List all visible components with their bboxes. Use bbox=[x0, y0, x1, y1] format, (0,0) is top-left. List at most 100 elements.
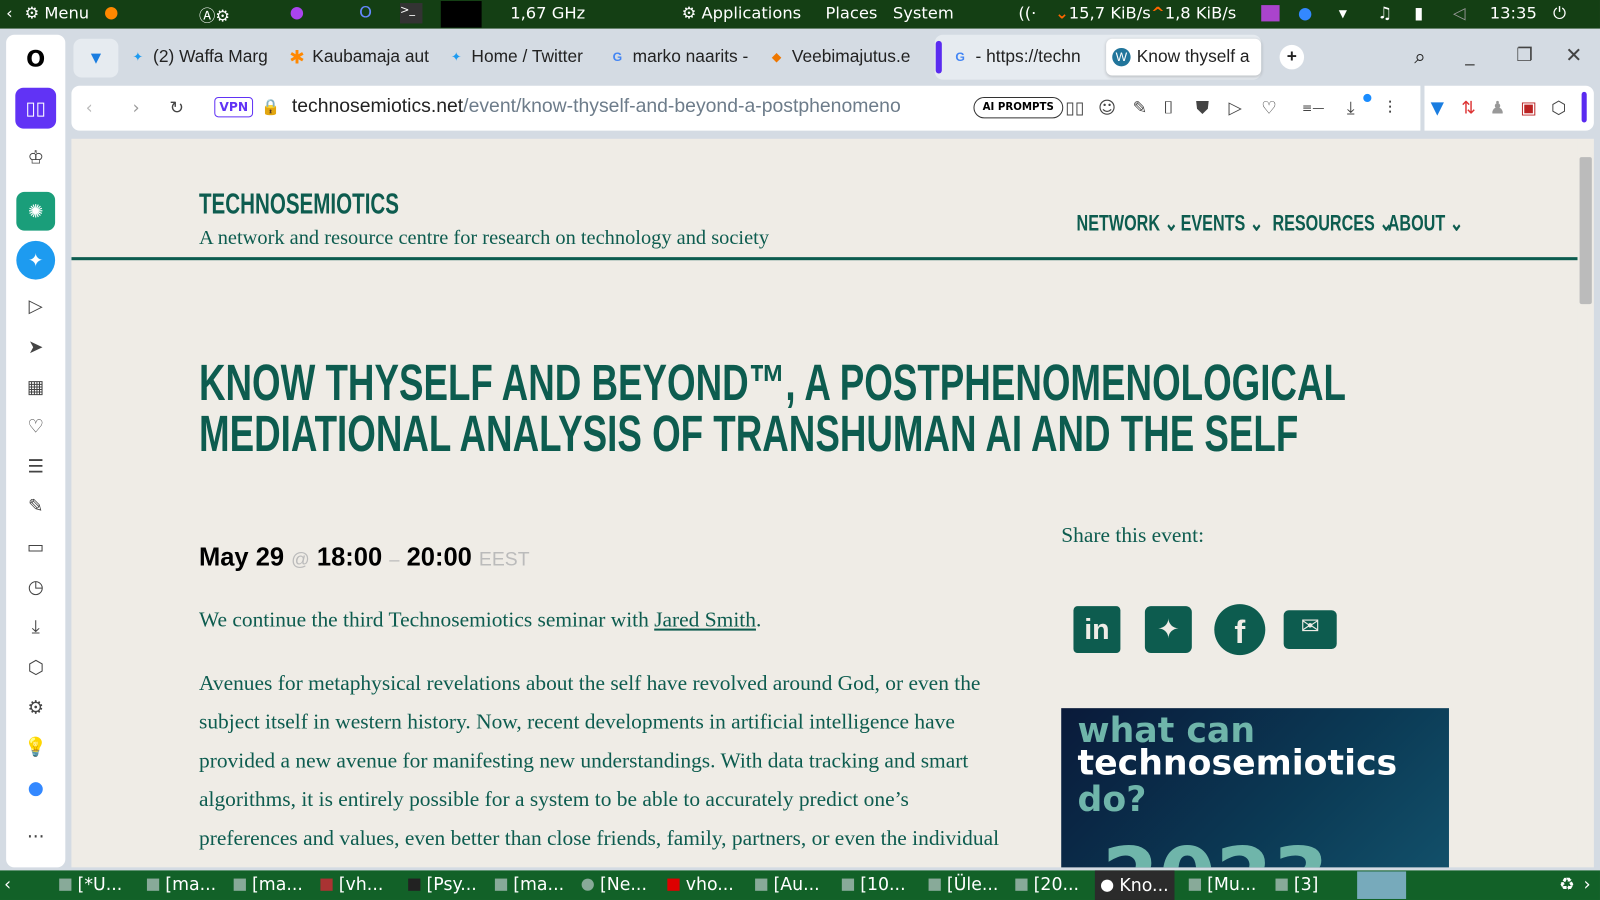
snap-edit-icon[interactable]: ✎ bbox=[1133, 98, 1148, 118]
power-icon[interactable]: ⏻ bbox=[1553, 3, 1566, 23]
taskbar-right-arrow[interactable]: › bbox=[1584, 874, 1591, 894]
tab-list-icon[interactable]: ≡— bbox=[1302, 101, 1325, 115]
maximize-button[interactable]: ❐ bbox=[1516, 45, 1532, 66]
taskbar-item[interactable]: [Ne... bbox=[581, 874, 647, 895]
extension-arrows-icon[interactable]: ⇅ bbox=[1461, 98, 1476, 118]
telegram-icon[interactable]: ● bbox=[1298, 3, 1312, 22]
vpn-badge[interactable]: VPN bbox=[214, 96, 254, 118]
trash-icon[interactable]: ♻ bbox=[1559, 874, 1575, 894]
nav-events[interactable]: EVENTS ⌄ bbox=[1181, 210, 1264, 237]
close-button[interactable]: ✕ bbox=[1565, 43, 1582, 67]
tor-icon[interactable]: ● bbox=[290, 2, 304, 21]
easy-setup-icon[interactable]: ⫶ bbox=[1388, 98, 1392, 118]
nav-about[interactable]: ABOUT ⌄ bbox=[1388, 210, 1464, 237]
downloads-icon[interactable]: ⤓ bbox=[21, 612, 50, 641]
taskbar-item-active[interactable]: Kno... bbox=[1094, 870, 1175, 900]
page-scrollbar[interactable] bbox=[1577, 138, 1594, 868]
taskbar-item[interactable]: [*U... bbox=[59, 874, 122, 895]
taskbar-item[interactable]: [ma... bbox=[494, 874, 564, 895]
battery-icon[interactable]: ▮ bbox=[1414, 3, 1423, 22]
opera-logo-icon[interactable]: O bbox=[21, 45, 50, 74]
taskbar-item[interactable]: [Psy... bbox=[408, 874, 477, 895]
speaker-link[interactable]: Jared Smith bbox=[654, 607, 756, 631]
heart-icon[interactable]: ♡ bbox=[21, 412, 50, 441]
apps-grid-icon[interactable]: ▦ bbox=[21, 372, 50, 401]
back-button[interactable]: ‹ bbox=[86, 98, 93, 118]
tab-twitter-waffa[interactable]: ✦ (2) Waffa Marg bbox=[129, 43, 277, 72]
lock-icon[interactable]: 🔒 bbox=[261, 98, 280, 116]
taskbar-item[interactable]: [Mu... bbox=[1188, 874, 1256, 895]
workspace-switcher[interactable] bbox=[1357, 871, 1407, 899]
firefox-icon[interactable]: ● bbox=[104, 2, 118, 21]
extension-agent-icon[interactable]: ♟ bbox=[1490, 98, 1506, 118]
camera-icon[interactable]: ⌷ bbox=[1163, 98, 1173, 118]
chatgpt-icon[interactable]: ✺ bbox=[16, 191, 56, 231]
url-input[interactable]: technosemiotics.net/event/know-thyself-a… bbox=[292, 96, 901, 118]
taskbar-item[interactable]: [3] bbox=[1275, 874, 1318, 895]
opera-icon[interactable]: O bbox=[359, 2, 372, 21]
audio-app-icon[interactable] bbox=[1261, 5, 1280, 22]
clock[interactable]: 13:35 bbox=[1490, 3, 1537, 22]
system-menu[interactable]: System bbox=[893, 3, 954, 22]
panel-left-arrow[interactable]: ‹ bbox=[6, 3, 13, 22]
send-icon[interactable]: ➤ bbox=[21, 333, 50, 362]
nav-resources[interactable]: RESOURCES ⌄ bbox=[1272, 210, 1392, 237]
volume-muted-icon[interactable]: ◁ bbox=[1453, 3, 1466, 22]
taskbar-item[interactable]: [ma... bbox=[146, 874, 216, 895]
tab-twitter-home[interactable]: ✦ Home / Twitter bbox=[447, 43, 595, 72]
heart-icon[interactable]: ♡ bbox=[1261, 98, 1277, 118]
messenger-icon[interactable]: ● bbox=[21, 773, 50, 802]
facebook-share-icon[interactable]: f bbox=[1214, 604, 1266, 656]
settings-icon[interactable]: ⚙ bbox=[21, 693, 50, 722]
extensions-icon[interactable]: ⬡ bbox=[21, 653, 50, 682]
minimize-button[interactable]: _ bbox=[1465, 45, 1474, 66]
sidebar-toggle[interactable] bbox=[1581, 91, 1587, 123]
promo-banner[interactable]: what can technosemiotics do? 2023 bbox=[1061, 708, 1449, 868]
tab-veebimajutus[interactable]: ◆ Veebimajutus.e bbox=[767, 43, 915, 72]
accessibility-icon[interactable]: Ⓐ⚙ bbox=[199, 2, 230, 26]
extension-diamond-icon[interactable]: ▼ bbox=[1431, 98, 1444, 118]
player-icon[interactable]: ▷ bbox=[21, 292, 50, 321]
places-menu[interactable]: Places bbox=[826, 3, 878, 22]
extension-cube-icon[interactable]: ⬡ bbox=[1551, 98, 1566, 118]
reader-icon[interactable]: ▯▯ bbox=[1065, 98, 1084, 118]
reading-list-icon[interactable]: ▯▯ bbox=[15, 87, 57, 129]
forward-button[interactable]: › bbox=[133, 98, 140, 118]
taskbar-item[interactable]: [10... bbox=[841, 874, 906, 895]
extension-counter-icon[interactable]: ▣ bbox=[1520, 98, 1536, 118]
reload-button[interactable]: ↻ bbox=[169, 98, 184, 118]
ai-prompts-button[interactable]: AI PROMPTS bbox=[973, 96, 1064, 119]
taskbar-item[interactable]: vho... bbox=[667, 874, 734, 895]
tab-kaubamaja[interactable]: ✱ Kaubamaja aut bbox=[288, 43, 436, 72]
twitter-icon[interactable]: ✦ bbox=[16, 240, 56, 280]
new-tab-button[interactable]: + bbox=[1279, 44, 1305, 70]
tab-google-url[interactable]: G- https://techn bbox=[951, 43, 1100, 72]
taskbar-left-arrow[interactable]: ‹ bbox=[4, 874, 11, 894]
network-icon[interactable]: ▾ bbox=[1339, 3, 1347, 22]
lightbulb-icon[interactable]: 💡 bbox=[21, 733, 50, 762]
linkedin-share-icon[interactable]: in bbox=[1073, 606, 1121, 654]
twitter-share-icon[interactable]: ✦ bbox=[1144, 606, 1192, 654]
taskbar-item[interactable]: [ma... bbox=[233, 874, 303, 895]
download-icon[interactable]: ⤓ bbox=[1347, 98, 1355, 118]
email-share-icon[interactable]: ✉ bbox=[1283, 610, 1337, 649]
menu-button[interactable]: ⚙ Menu bbox=[24, 3, 89, 22]
tabs-icon[interactable]: ▭ bbox=[21, 533, 50, 562]
shield-icon[interactable]: ⛊ bbox=[1196, 98, 1209, 118]
history-icon[interactable]: ◷ bbox=[21, 572, 50, 601]
nav-network[interactable]: NETWORK ⌄ bbox=[1077, 210, 1179, 237]
taskbar-item[interactable]: [vh... bbox=[320, 874, 383, 895]
search-tabs-icon[interactable]: ⌕ bbox=[1414, 43, 1425, 72]
send-icon[interactable]: ▷ bbox=[1229, 98, 1242, 118]
taskbar-item[interactable]: [Au... bbox=[755, 874, 820, 895]
terminal-icon[interactable]: >_ bbox=[399, 3, 423, 24]
workspace-icon[interactable]: ▼ bbox=[73, 38, 119, 78]
taskbar-item[interactable]: [Üle... bbox=[928, 874, 998, 895]
tab-active-know-thyself[interactable]: W Know thyself a bbox=[1106, 38, 1262, 76]
applications-menu[interactable]: ⚙ Applications bbox=[682, 3, 802, 22]
notification-icon[interactable]: ♫ bbox=[1378, 3, 1393, 22]
more-icon[interactable]: ··· bbox=[21, 822, 50, 851]
site-title[interactable]: TECHNOSEMIOTICS bbox=[199, 188, 399, 221]
tab-google-search[interactable]: Gmarko naarits - bbox=[608, 43, 756, 72]
pinboard-icon[interactable]: ✎ bbox=[21, 492, 50, 521]
